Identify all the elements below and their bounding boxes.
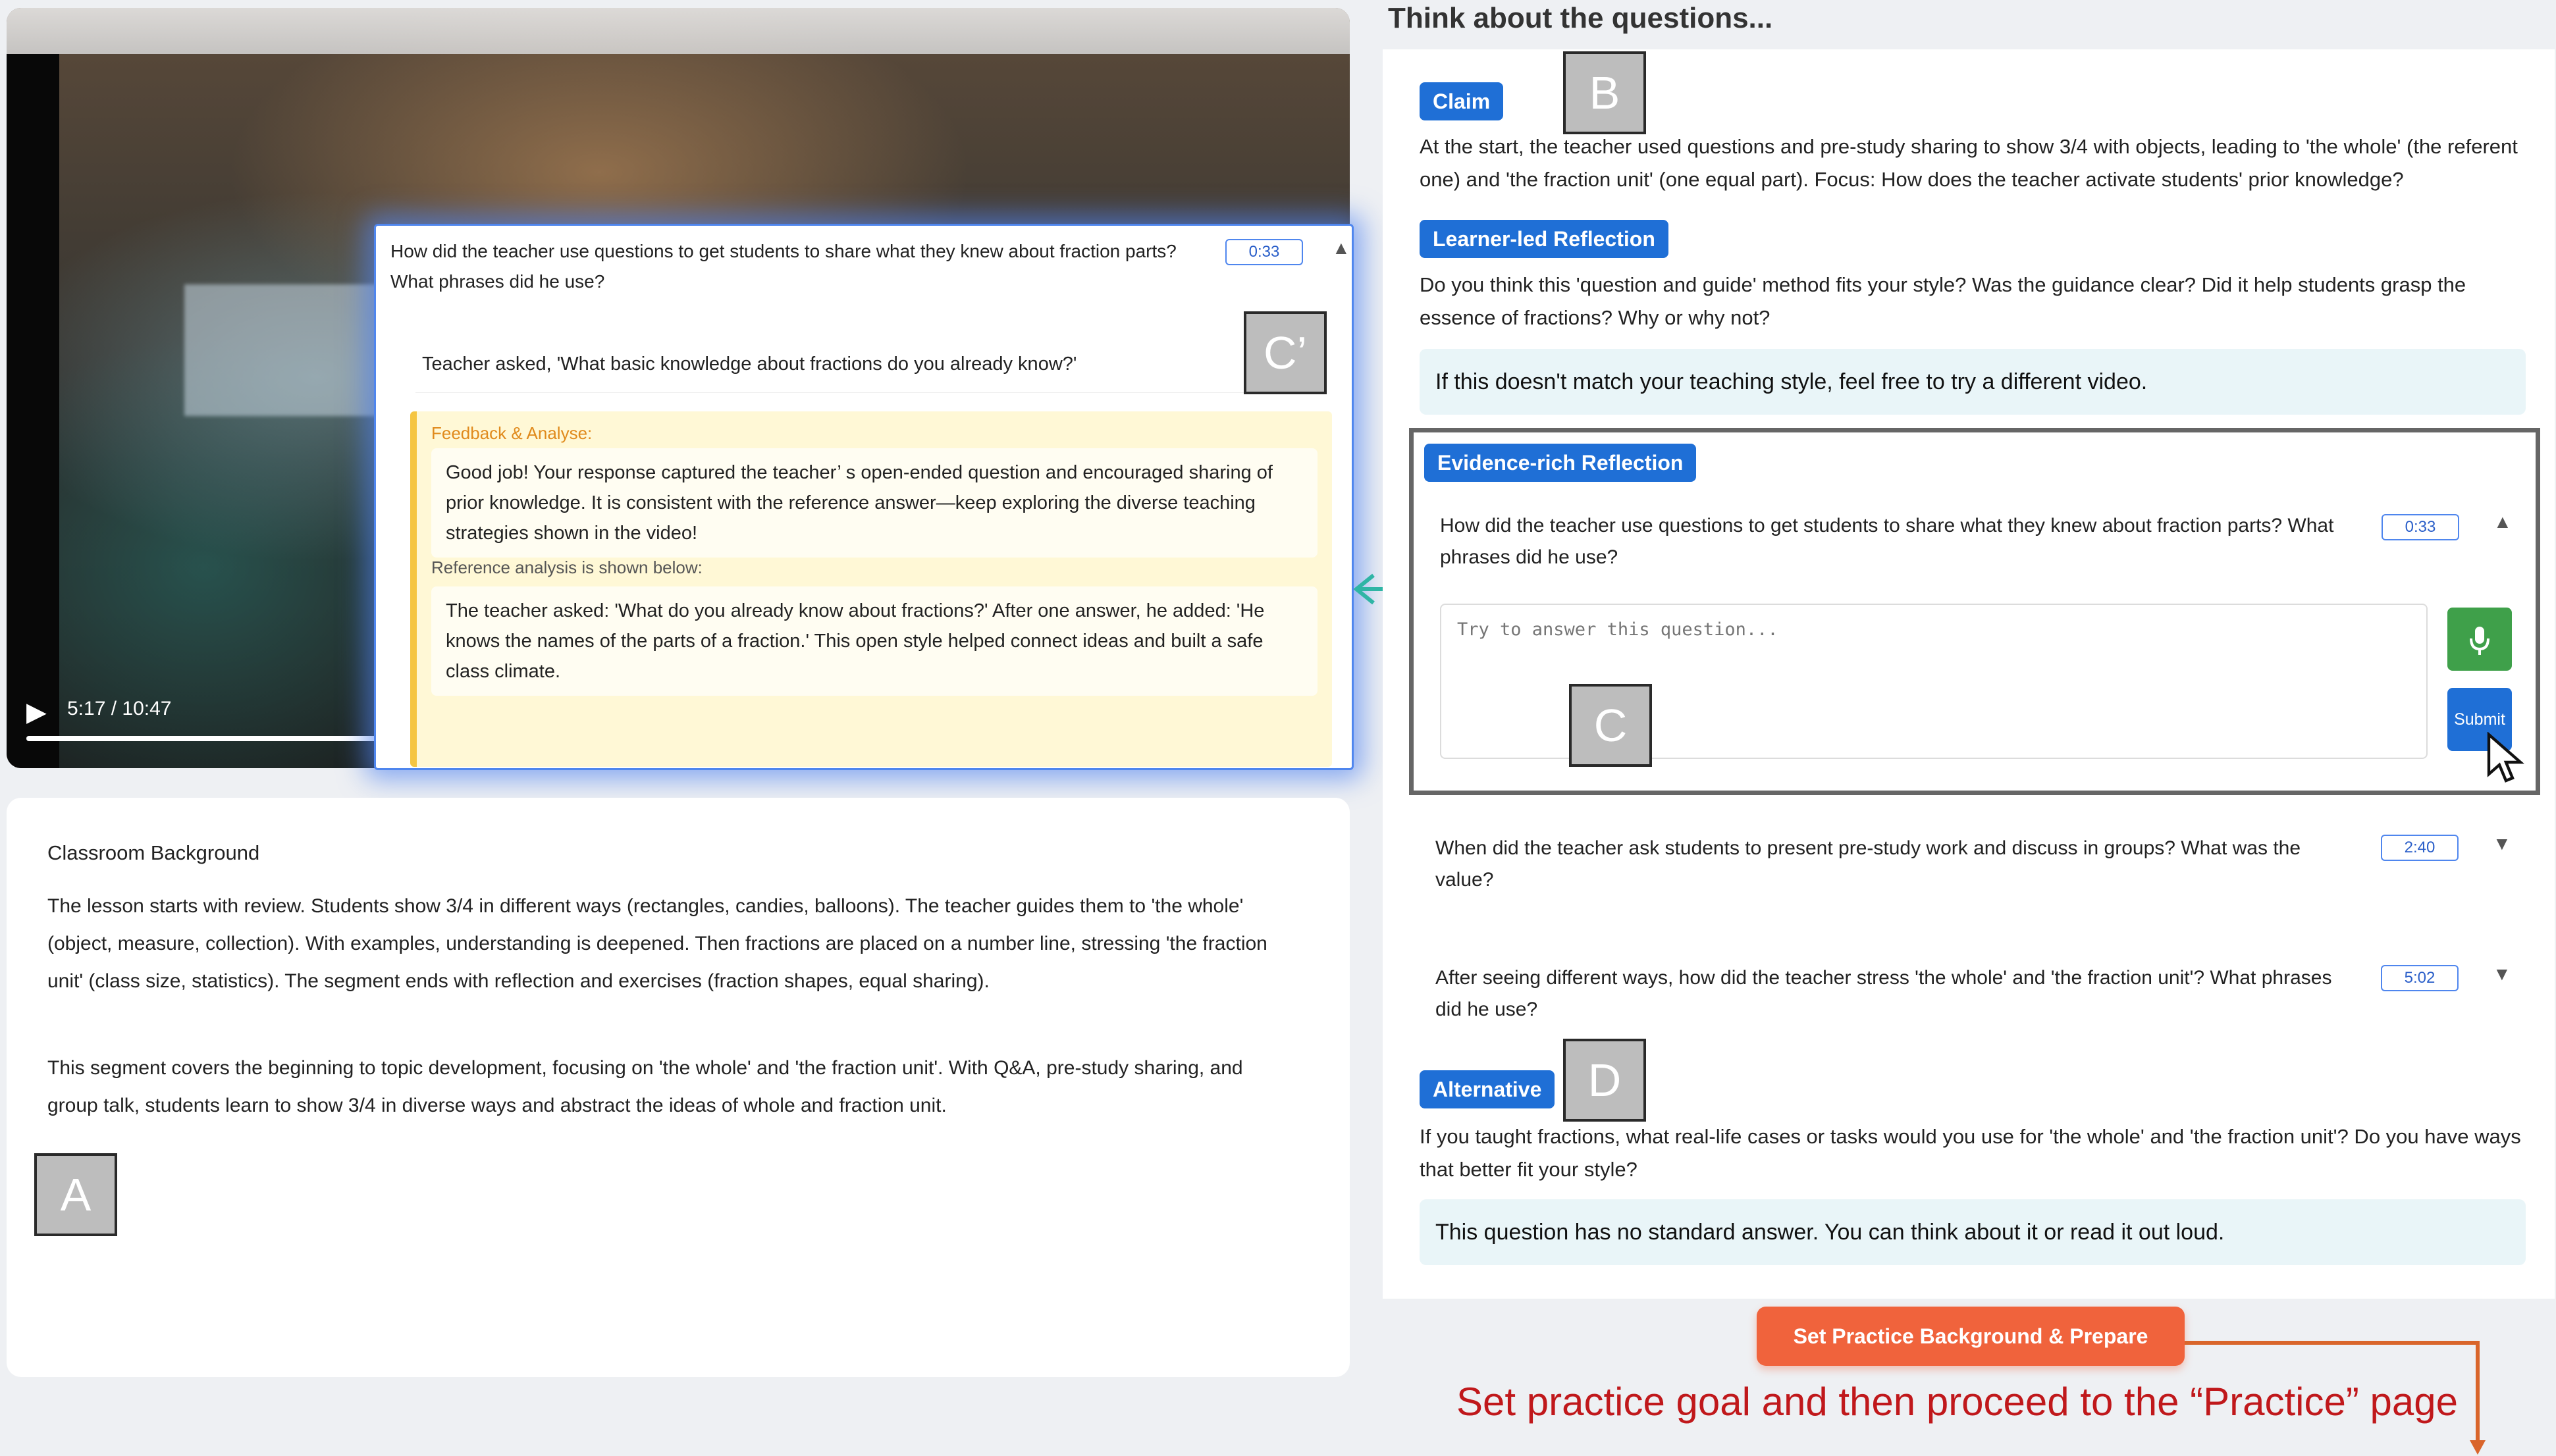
- alternative-text: If you taught fractions, what real-life …: [1420, 1125, 2521, 1181]
- expand-chevron-icon[interactable]: ▼: [2493, 833, 2511, 854]
- label-d: D: [1563, 1039, 1646, 1122]
- evidence-question-3: After seeing different ways, how did the…: [1435, 967, 2332, 1020]
- evidence-rich-box: Evidence-rich Reflection How did the tea…: [1409, 428, 2540, 795]
- evidence-question-1: How did the teacher use questions to get…: [1440, 515, 2334, 568]
- background-paragraph-2: This segment covers the beginning to top…: [47, 1057, 1243, 1116]
- video-time-label: 5:17 / 10:47: [67, 698, 172, 719]
- popup-answer-text: Teacher asked, 'What basic knowledge abo…: [422, 353, 1077, 375]
- play-icon[interactable]: ▶: [26, 692, 66, 732]
- evidence-rich-tag: Evidence-rich Reflection: [1424, 444, 1697, 482]
- background-paragraph-1: The lesson starts with review. Students …: [47, 895, 1267, 992]
- reference-text: The teacher asked: 'What do you already …: [431, 586, 1318, 696]
- expand-chevron-icon[interactable]: ▼: [2493, 964, 2511, 985]
- alternative-note: This question has no standard answer. Yo…: [1420, 1199, 2526, 1265]
- classroom-screen: [184, 284, 395, 416]
- classroom-background-card: Classroom Background The lesson starts w…: [7, 798, 1350, 1377]
- video-top-strip: [7, 8, 1350, 54]
- learner-led-tag: Learner-led Reflection: [1420, 220, 1668, 258]
- background-title: Classroom Background: [47, 841, 260, 864]
- label-c: C: [1569, 684, 1652, 767]
- feedback-title: Feedback & Analyse:: [431, 423, 593, 443]
- label-c-prime: C’: [1244, 311, 1327, 394]
- evidence-timestamp-3[interactable]: 5:02: [2381, 965, 2459, 991]
- popup-answer-box: Teacher asked, 'What basic knowledge abo…: [415, 335, 1291, 393]
- feedback-panel: Feedback & Analyse: Good job! Your respo…: [410, 411, 1332, 767]
- learner-led-text: Do you think this 'question and guide' m…: [1420, 273, 2466, 329]
- microphone-icon: [2470, 627, 2489, 656]
- video-dark-band: [7, 54, 59, 768]
- feedback-text: Good job! Your response captured the tea…: [431, 448, 1318, 558]
- microphone-button[interactable]: [2447, 608, 2512, 671]
- collapse-chevron-icon[interactable]: ▲: [1332, 238, 1350, 259]
- mouse-cursor-icon: [2487, 732, 2524, 783]
- popup-timestamp[interactable]: 0:33: [1225, 239, 1303, 265]
- popup-question: How did the teacher use questions to get…: [390, 241, 1177, 292]
- alternative-tag: Alternative: [1420, 1070, 1555, 1108]
- reference-label: Reference analysis is shown below:: [431, 558, 703, 577]
- answer-feedback-popup: How did the teacher use questions to get…: [374, 224, 1354, 770]
- evidence-timestamp-2[interactable]: 2:40: [2381, 835, 2459, 861]
- evidence-question-2: When did the teacher ask students to pre…: [1435, 837, 2301, 891]
- set-practice-background-button[interactable]: Set Practice Background & Prepare: [1757, 1307, 2185, 1366]
- label-a: A: [34, 1153, 117, 1236]
- right-panel-title: Think about the questions...: [1388, 2, 1773, 34]
- evidence-timestamp-1[interactable]: 0:33: [2382, 514, 2459, 540]
- learner-led-note: If this doesn't match your teaching styl…: [1420, 349, 2526, 415]
- flow-caption: Set practice goal and then proceed to th…: [1456, 1380, 2458, 1424]
- claim-tag: Claim: [1420, 82, 1504, 120]
- collapse-chevron-icon[interactable]: ▲: [2493, 511, 2512, 533]
- label-b: B: [1563, 51, 1646, 134]
- claim-text: At the start, the teacher used questions…: [1420, 135, 2518, 191]
